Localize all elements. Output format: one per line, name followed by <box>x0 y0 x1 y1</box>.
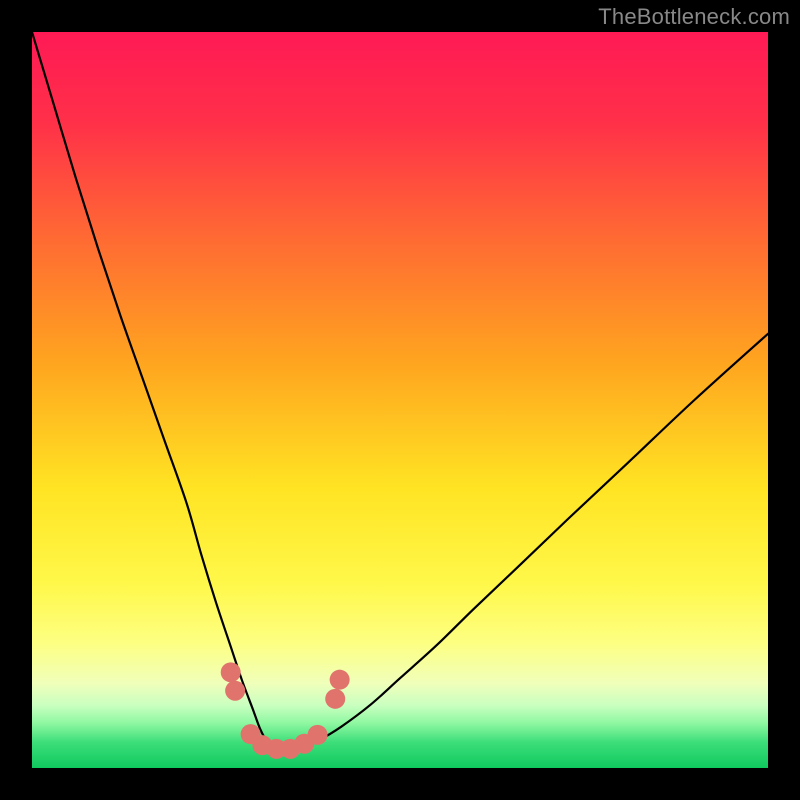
marker-point <box>221 662 241 682</box>
marker-point <box>308 725 328 745</box>
chart-svg <box>32 32 768 768</box>
watermark: TheBottleneck.com <box>598 4 790 30</box>
chart-frame: TheBottleneck.com <box>0 0 800 800</box>
gradient-background <box>32 32 768 768</box>
marker-point <box>225 681 245 701</box>
marker-point <box>330 670 350 690</box>
marker-point <box>325 689 345 709</box>
plot-area <box>32 32 768 768</box>
